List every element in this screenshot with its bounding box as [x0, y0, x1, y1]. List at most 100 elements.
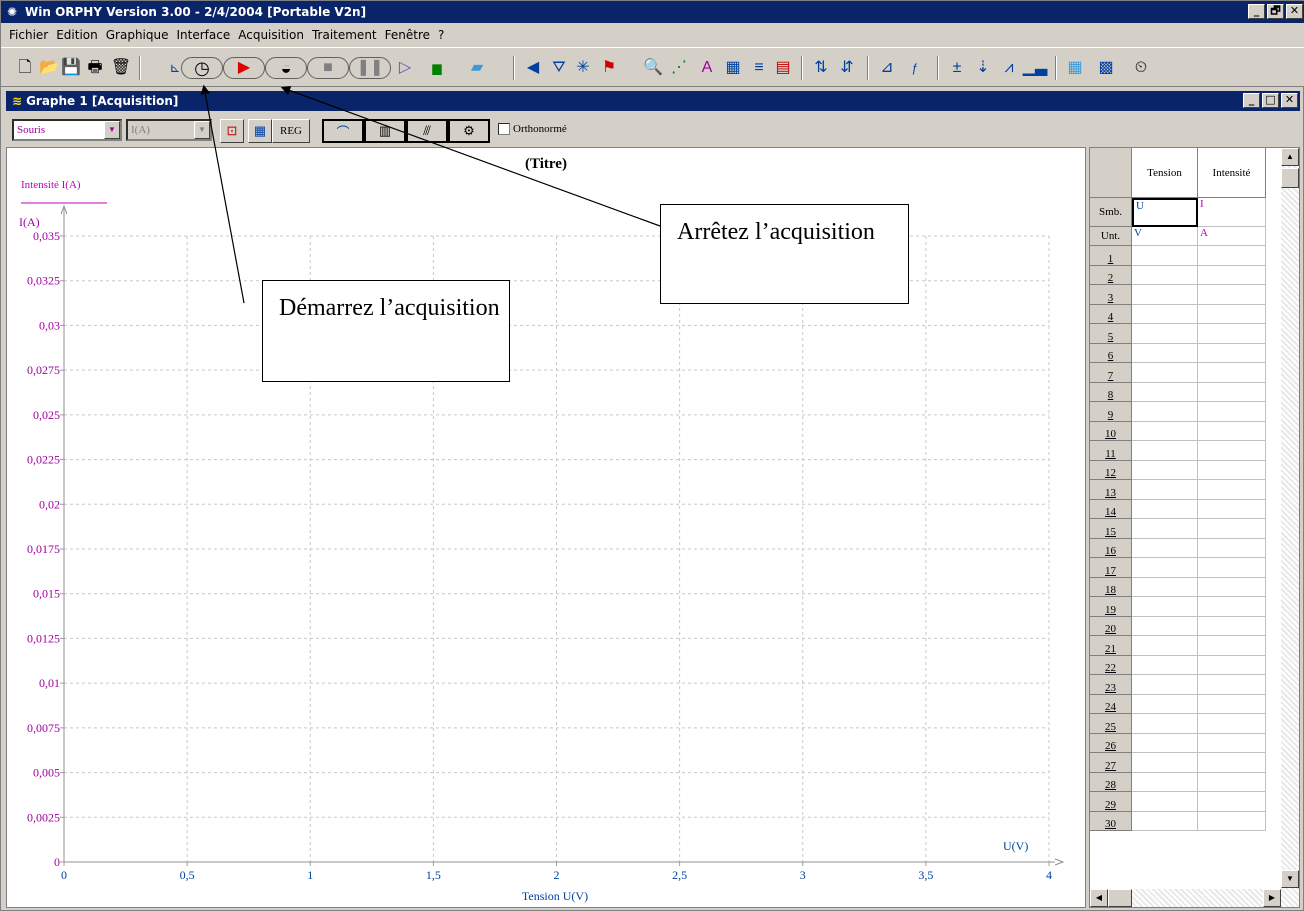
scroll-right-icon[interactable]: ▶ — [1263, 889, 1281, 907]
table-cell[interactable] — [1132, 480, 1198, 500]
row-number[interactable]: 13 — [1090, 480, 1132, 500]
table-cell[interactable] — [1198, 304, 1266, 324]
table-cell[interactable] — [1132, 675, 1198, 695]
column-header-tension[interactable]: Tension — [1132, 148, 1198, 198]
pause-button[interactable]: ❚❚ — [349, 57, 391, 79]
table-cell[interactable] — [1198, 792, 1266, 812]
trash-icon[interactable]: 🗑 — [109, 56, 133, 80]
table-cell[interactable] — [1198, 460, 1266, 480]
model-icon[interactable]: ⋰ — [667, 56, 691, 80]
scroll-thumb[interactable] — [1281, 168, 1299, 188]
table-cell[interactable] — [1132, 655, 1198, 675]
table-cell[interactable] — [1132, 772, 1198, 792]
table-cell[interactable] — [1132, 460, 1198, 480]
row-number[interactable]: 20 — [1090, 616, 1132, 636]
table-cell[interactable] — [1132, 597, 1198, 617]
row-number[interactable]: 4 — [1090, 304, 1132, 324]
table-view-button[interactable]: ▥ — [364, 119, 406, 143]
table-cell[interactable] — [1198, 558, 1266, 578]
curve-icon[interactable]: ⩘ — [997, 56, 1021, 80]
menu-traitement[interactable]: Traitement — [308, 28, 381, 42]
close-button[interactable]: ✕ — [1286, 4, 1303, 19]
table-cell[interactable] — [1198, 402, 1266, 422]
table-cell[interactable] — [1198, 382, 1266, 402]
graph-close-button[interactable]: ✕ — [1281, 93, 1298, 108]
row-number[interactable]: 21 — [1090, 636, 1132, 656]
row-number[interactable]: 15 — [1090, 519, 1132, 539]
table-cell[interactable] — [1198, 246, 1266, 266]
row-number[interactable]: 22 — [1090, 655, 1132, 675]
star-icon[interactable]: ✳ — [571, 56, 595, 80]
reg-button[interactable]: REG — [272, 119, 310, 143]
stop-acquisition-button[interactable]: ◒ — [265, 57, 307, 79]
row-number[interactable]: 14 — [1090, 499, 1132, 519]
curve-view-button[interactable]: ⌒ — [322, 119, 364, 143]
mode-select[interactable]: Souris ▼ — [12, 119, 122, 141]
table-cell[interactable] — [1198, 421, 1266, 441]
table-cell[interactable] — [1132, 792, 1198, 812]
table-cell[interactable] — [1198, 538, 1266, 558]
lines-view-button[interactable]: ⫻ — [406, 119, 448, 143]
table-cell[interactable] — [1198, 655, 1266, 675]
table-cell[interactable] — [1198, 499, 1266, 519]
table-cell[interactable] — [1132, 402, 1198, 422]
new-icon[interactable]: 🗋 — [13, 56, 37, 80]
checkbox-box[interactable] — [498, 123, 510, 135]
chevron-down-icon[interactable]: ▼ — [194, 121, 210, 139]
row-number[interactable]: 24 — [1090, 694, 1132, 714]
text-icon[interactable]: A — [695, 56, 719, 80]
table-cell[interactable] — [1132, 714, 1198, 734]
table-cell[interactable] — [1198, 753, 1266, 773]
table-cell[interactable] — [1132, 285, 1198, 305]
table-cell[interactable] — [1132, 577, 1198, 597]
table-cell[interactable] — [1198, 733, 1266, 753]
row-number[interactable]: 2 — [1090, 265, 1132, 285]
grid-icon[interactable]: ▦ — [1063, 56, 1087, 80]
table-cell[interactable] — [1132, 616, 1198, 636]
row-number[interactable]: 11 — [1090, 441, 1132, 461]
chevron-down-icon[interactable]: ▼ — [104, 121, 120, 139]
row-number[interactable]: 9 — [1090, 402, 1132, 422]
sort-icon[interactable]: ⇣ — [971, 56, 995, 80]
integrate-icon[interactable]: ⇵ — [835, 56, 859, 80]
row-number[interactable]: 19 — [1090, 597, 1132, 617]
table-cell[interactable] — [1198, 636, 1266, 656]
row-number[interactable]: 26 — [1090, 733, 1132, 753]
scale-button[interactable]: ▦ — [248, 119, 272, 143]
table-cell[interactable] — [1198, 811, 1266, 831]
table-cell[interactable] — [1198, 343, 1266, 363]
row-number[interactable]: 16 — [1090, 538, 1132, 558]
table-cell[interactable] — [1132, 558, 1198, 578]
graph-minimize-button[interactable]: _ — [1243, 93, 1260, 108]
calc-icon[interactable]: ± — [945, 56, 969, 80]
hscroll-thumb[interactable] — [1108, 889, 1132, 907]
table-cell[interactable] — [1132, 363, 1198, 383]
row-number[interactable]: 8 — [1090, 382, 1132, 402]
row-number[interactable]: 30 — [1090, 811, 1132, 831]
row-number[interactable]: 1 — [1090, 246, 1132, 266]
marker-icon[interactable]: ⛛ — [547, 56, 571, 80]
table-cell[interactable] — [1198, 285, 1266, 305]
equation-icon[interactable]: ≡ — [747, 56, 771, 80]
row-number[interactable]: 7 — [1090, 363, 1132, 383]
table-cell[interactable] — [1198, 772, 1266, 792]
zoom-icon[interactable]: 🔍 — [641, 56, 665, 80]
open-icon[interactable]: 📂 — [37, 56, 61, 80]
table-cell[interactable] — [1132, 441, 1198, 461]
function-icon[interactable]: ƒ — [903, 56, 927, 80]
table-cell[interactable] — [1198, 675, 1266, 695]
menu-help[interactable]: ? — [434, 28, 448, 42]
table-cell[interactable] — [1198, 441, 1266, 461]
table-cell[interactable] — [1132, 265, 1198, 285]
chart-icon[interactable]: ⊿ — [875, 56, 899, 80]
restore-button[interactable]: 🗗 — [1267, 4, 1284, 19]
save-icon[interactable]: 💾 — [59, 56, 83, 80]
table-cell[interactable] — [1132, 382, 1198, 402]
options-button[interactable]: ⚙ — [448, 119, 490, 143]
horizontal-scrollbar[interactable]: ◀ ▶ — [1090, 889, 1281, 907]
row-number[interactable]: 23 — [1090, 675, 1132, 695]
row-number[interactable]: 25 — [1090, 714, 1132, 734]
table-cell[interactable] — [1132, 811, 1198, 831]
table-corner-cell[interactable] — [1090, 148, 1132, 198]
graph-area[interactable]: 0 0,0025 0,005 0,0075 0,01 0,0125 0,015 0,0175 0… — [6, 147, 1086, 908]
